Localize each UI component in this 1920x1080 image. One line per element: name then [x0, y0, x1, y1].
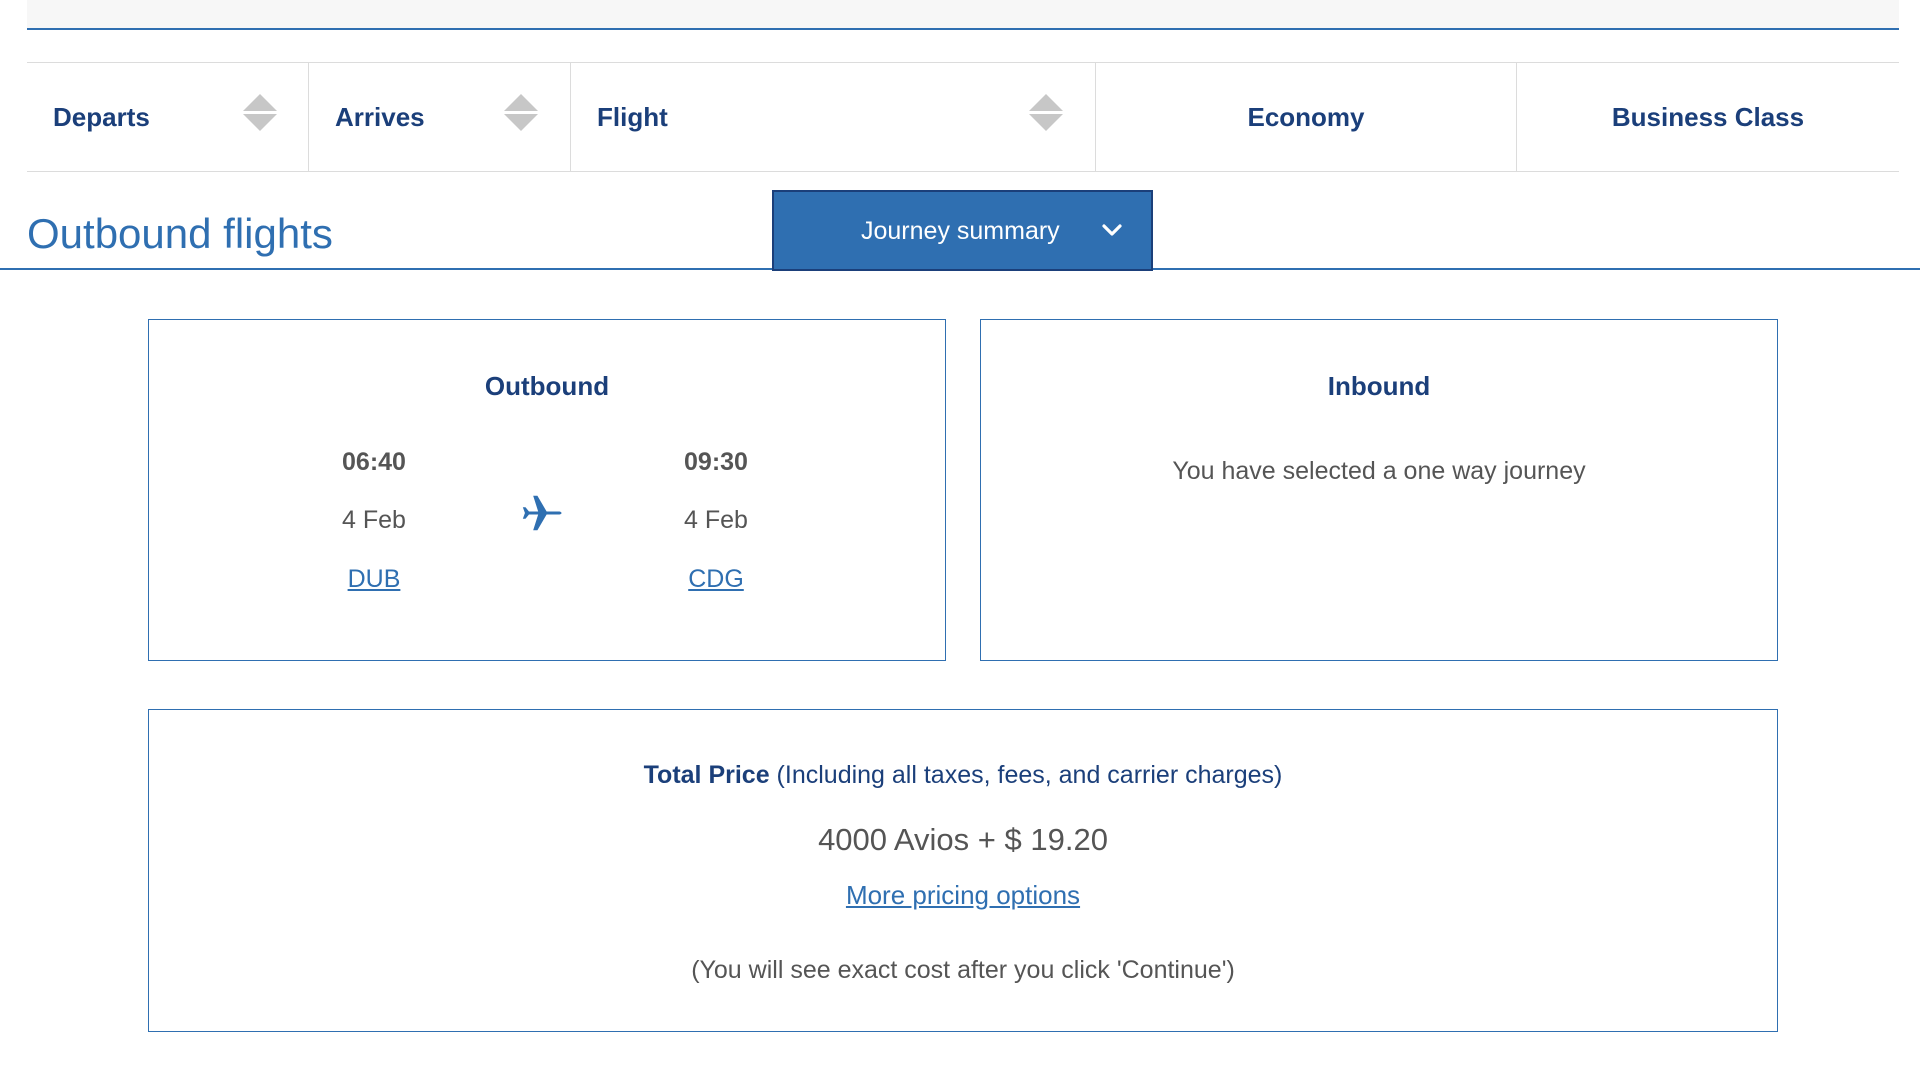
arrival-airport-link[interactable]: CDG	[646, 565, 786, 594]
column-label-business: Business Class	[1611, 101, 1805, 132]
column-label-flight: Flight	[597, 101, 668, 132]
outbound-title: Outbound	[484, 371, 610, 401]
column-header-departs[interactable]: Departs	[27, 63, 309, 171]
departure-airport-link[interactable]: DUB	[304, 565, 444, 594]
journey-summary-button[interactable]: Journey summary	[772, 190, 1153, 271]
outbound-card: Outbound 06:40 4 Feb DUB 09:30 4 Feb CDG	[148, 319, 946, 661]
more-pricing-options-link[interactable]: More pricing options	[846, 880, 1080, 910]
flight-table-header: Departs Arrives Flight Economy Business …	[27, 62, 1899, 172]
inbound-message: You have selected a one way journey	[1172, 457, 1586, 485]
column-header-business: Business Class	[1517, 63, 1899, 171]
sort-icon[interactable]	[243, 94, 277, 132]
price-note: (You will see exact cost after you click…	[691, 956, 1235, 984]
arrival-date: 4 Feb	[684, 506, 748, 534]
column-label-economy: Economy	[1247, 101, 1365, 132]
departure-leg: 06:40 4 Feb DUB	[304, 448, 444, 608]
departure-date: 4 Feb	[342, 506, 406, 534]
total-price-value: 4000 Avios + $ 19.20	[818, 822, 1108, 857]
departure-time: 06:40	[342, 448, 406, 476]
plane-icon	[522, 495, 562, 531]
column-header-flight[interactable]: Flight	[571, 63, 1096, 171]
arrival-leg: 09:30 4 Feb CDG	[646, 448, 786, 608]
sort-icon[interactable]	[504, 94, 538, 132]
column-header-economy: Economy	[1096, 63, 1517, 171]
top-strip	[27, 0, 1899, 30]
total-price-label: Total Price	[643, 761, 770, 789]
inbound-card: Inbound You have selected a one way jour…	[980, 319, 1778, 661]
column-label-arrives: Arrives	[335, 101, 425, 132]
more-pricing-options-wrapper: More pricing options	[149, 880, 1777, 911]
column-header-arrives[interactable]: Arrives	[309, 63, 571, 171]
inbound-title: Inbound	[1327, 371, 1431, 401]
total-price-heading: Total Price (Including all taxes, fees, …	[149, 761, 1777, 790]
chevron-down-icon	[1102, 224, 1122, 236]
section-title: Outbound flights	[27, 210, 333, 257]
price-card: Total Price (Including all taxes, fees, …	[148, 709, 1778, 1032]
column-label-departs: Departs	[53, 101, 150, 132]
total-price-qualifier: (Including all taxes, fees, and carrier …	[769, 761, 1283, 789]
arrival-time: 09:30	[684, 448, 748, 476]
sort-icon[interactable]	[1029, 94, 1063, 132]
journey-summary-label: Journey summary	[861, 217, 1060, 245]
